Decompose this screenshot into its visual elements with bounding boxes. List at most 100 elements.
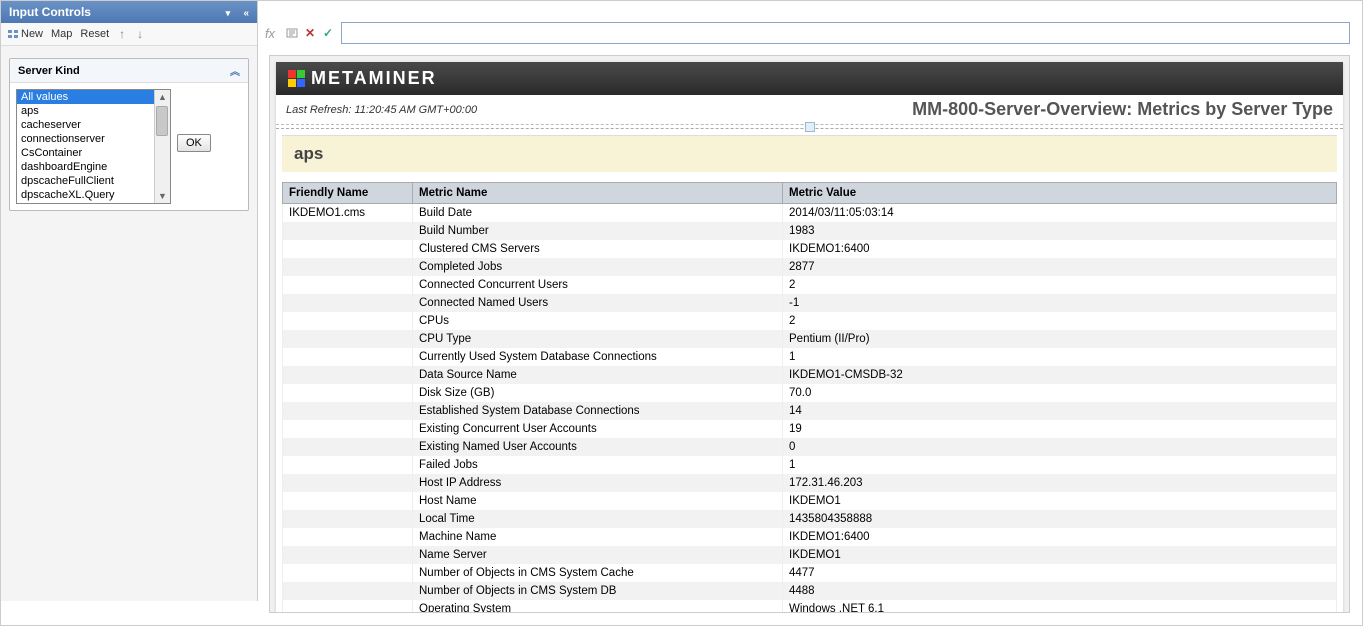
cell-metric-name: Host IP Address [413,474,783,492]
cell-metric-value: 2 [783,312,1337,330]
cell-metric-value: 1435804358888 [783,510,1337,528]
brand-bar: Metaminer [276,62,1343,95]
formula-wizard-icon[interactable] [285,26,299,40]
table-row[interactable]: Currently Used System Database Connectio… [283,348,1337,366]
cell-friendly-name [283,348,413,366]
table-row[interactable]: Failed Jobs1 [283,456,1337,474]
cell-metric-value: 2 [783,276,1337,294]
panel-dropdown-icon[interactable]: ▾ [226,8,231,18]
table-row[interactable]: Established System Database Connections1… [283,402,1337,420]
scroll-down-icon[interactable]: ▼ [158,189,167,203]
cell-metric-name: Clustered CMS Servers [413,240,783,258]
list-item[interactable]: dpscacheFullClient [17,174,170,188]
table-row[interactable]: Data Source NameIKDEMO1-CMSDB-32 [283,366,1337,384]
cell-metric-value: IKDEMO1:6400 [783,528,1337,546]
table-row[interactable]: Name ServerIKDEMO1 [283,546,1337,564]
col-friendly-name: Friendly Name [283,183,413,204]
formula-bar: fx ✕ ✓ [261,21,1350,45]
cell-metric-name: Existing Named User Accounts [413,438,783,456]
table-row[interactable]: CPUs2 [283,312,1337,330]
cell-metric-name: Connected Named Users [413,294,783,312]
cell-friendly-name [283,420,413,438]
table-row[interactable]: Existing Named User Accounts0 [283,438,1337,456]
filter-title-bar[interactable]: Server Kind ︽ [10,59,248,83]
table-row[interactable]: Clustered CMS ServersIKDEMO1:6400 [283,240,1337,258]
cell-metric-value: IKDEMO1 [783,546,1337,564]
col-metric-value: Metric Value [783,183,1337,204]
table-row[interactable]: CPU TypePentium (II/Pro) [283,330,1337,348]
cell-metric-name: Name Server [413,546,783,564]
arrow-down-icon[interactable]: ↓ [135,27,145,41]
table-row[interactable]: Build Number1983 [283,222,1337,240]
apply-formula-icon[interactable]: ✓ [321,26,335,40]
new-button[interactable]: New [7,28,43,40]
scroll-thumb[interactable] [156,106,168,136]
cell-metric-value: Windows .NET 6.1 [783,600,1337,613]
formula-input[interactable] [341,22,1350,44]
table-row[interactable]: Operating SystemWindows .NET 6.1 [283,600,1337,613]
scroll-up-icon[interactable]: ▲ [158,90,167,104]
cell-friendly-name [283,402,413,420]
cell-metric-value: IKDEMO1:6400 [783,240,1337,258]
list-item[interactable]: cacheserver [17,118,170,132]
list-item[interactable]: dpsprocFullClient [17,202,170,203]
cell-metric-value: -1 [783,294,1337,312]
arrow-up-icon[interactable]: ↑ [117,27,127,41]
cell-metric-name: Operating System [413,600,783,613]
table-row[interactable]: Number of Objects in CMS System DB4488 [283,582,1337,600]
report-viewport[interactable]: Metaminer Last Refresh: 11:20:45 AM GMT+… [269,55,1350,613]
cell-metric-name: CPUs [413,312,783,330]
page-break-marker[interactable] [276,125,1343,131]
cell-metric-value: 1983 [783,222,1337,240]
brand-logo-icon [288,70,305,87]
cell-friendly-name [283,312,413,330]
filter-title: Server Kind [18,65,80,77]
table-row[interactable]: Connected Concurrent Users2 [283,276,1337,294]
cell-friendly-name [283,492,413,510]
table-row[interactable]: Machine NameIKDEMO1:6400 [283,528,1337,546]
server-kind-listbox[interactable]: All valuesapscacheserverconnectionserver… [16,89,171,204]
table-row[interactable]: Connected Named Users-1 [283,294,1337,312]
list-item[interactable]: aps [17,104,170,118]
table-row[interactable]: Existing Concurrent User Accounts19 [283,420,1337,438]
cell-friendly-name [283,546,413,564]
list-item[interactable]: connectionserver [17,132,170,146]
cell-friendly-name [283,240,413,258]
fx-label[interactable]: fx [261,26,279,41]
panel-toolbar: New Map Reset ↑ ↓ [1,23,257,46]
panel-title: Input Controls [9,5,91,19]
listbox-scrollbar[interactable]: ▲ ▼ [154,90,170,203]
table-row[interactable]: Host IP Address172.31.46.203 [283,474,1337,492]
list-item[interactable]: CsContainer [17,146,170,160]
cell-metric-value: 2877 [783,258,1337,276]
cell-friendly-name [283,564,413,582]
cancel-formula-icon[interactable]: ✕ [303,26,317,40]
cell-friendly-name [283,258,413,276]
table-row[interactable]: IKDEMO1.cmsBuild Date2014/03/11:05:03:14 [283,204,1337,223]
reset-button[interactable]: Reset [80,28,109,40]
col-metric-name: Metric Name [413,183,783,204]
collapse-icon[interactable]: « [243,8,249,19]
cell-metric-value: Pentium (II/Pro) [783,330,1337,348]
cell-metric-value: 70.0 [783,384,1337,402]
last-refresh-text: Last Refresh: 11:20:45 AM GMT+00:00 [286,104,477,116]
cell-metric-name: Established System Database Connections [413,402,783,420]
ok-button[interactable]: OK [177,134,211,152]
input-controls-panel: Input Controls ▾ « New Map Reset ↑ ↓ Ser… [1,1,258,601]
list-item[interactable]: dpscacheXL.Query [17,188,170,202]
table-row[interactable]: Host NameIKDEMO1 [283,492,1337,510]
map-button[interactable]: Map [51,28,72,40]
table-row[interactable]: Disk Size (GB)70.0 [283,384,1337,402]
chevron-up-icon[interactable]: ︽ [230,63,240,78]
cell-metric-value: IKDEMO1-CMSDB-32 [783,366,1337,384]
cell-friendly-name [283,330,413,348]
list-item[interactable]: All values [17,90,170,104]
table-row[interactable]: Local Time1435804358888 [283,510,1337,528]
table-row[interactable]: Number of Objects in CMS System Cache447… [283,564,1337,582]
cell-friendly-name [283,528,413,546]
cell-metric-value: 2014/03/11:05:03:14 [783,204,1337,223]
table-row[interactable]: Completed Jobs2877 [283,258,1337,276]
cell-metric-value: 14 [783,402,1337,420]
server-kind-filter: Server Kind ︽ All valuesapscacheserverco… [9,58,249,211]
list-item[interactable]: dashboardEngine [17,160,170,174]
